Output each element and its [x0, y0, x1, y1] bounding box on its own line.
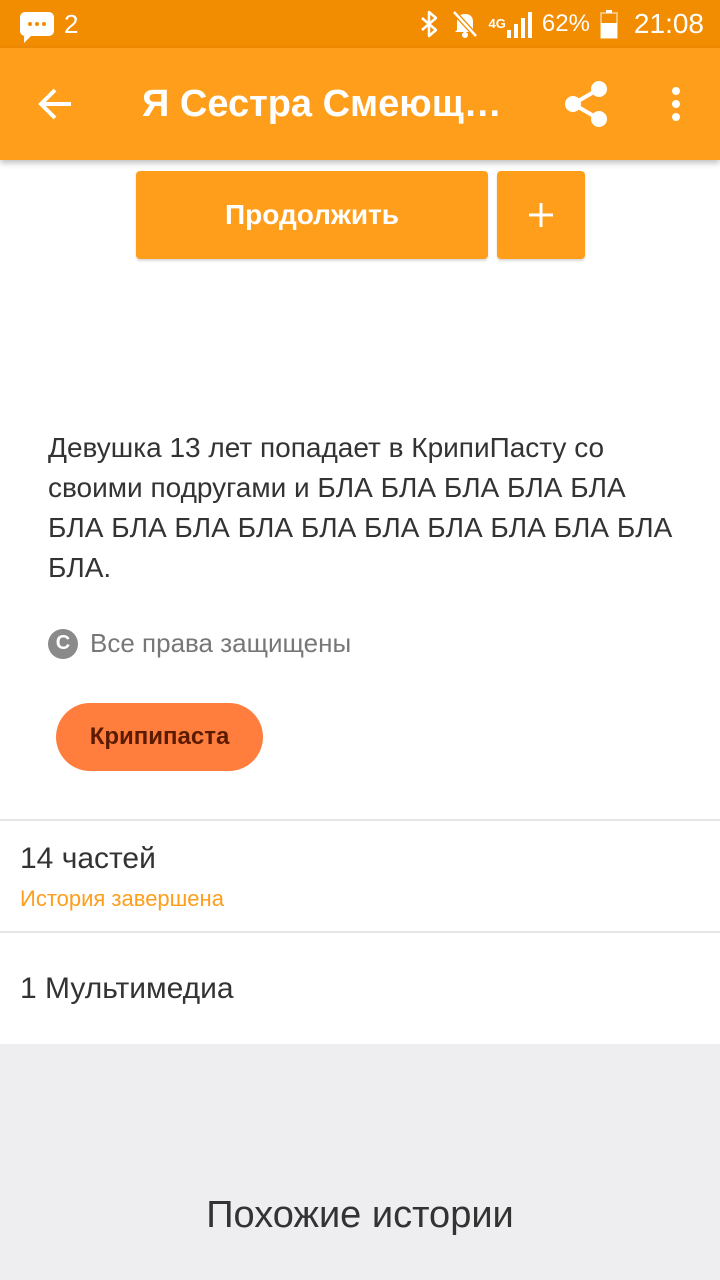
divider: [0, 819, 720, 821]
story-actions: Продолжить: [136, 171, 585, 259]
genre-tag[interactable]: Крипипаста: [56, 703, 263, 771]
bluetooth-icon: [420, 10, 437, 38]
battery-percent: 62%: [541, 10, 590, 37]
signal-icon: [506, 12, 532, 38]
parts-count: 14 частей: [20, 842, 156, 875]
back-button[interactable]: [0, 48, 112, 160]
notifications-off-icon: [451, 10, 478, 38]
plus-icon: [529, 203, 553, 227]
similar-stories-title: Похожие истории: [206, 1194, 514, 1236]
divider: [0, 931, 720, 933]
story-description: Девушка 13 лет попадает в КрипиПасту со …: [48, 432, 673, 583]
network-type: 4G: [488, 16, 506, 31]
more-options-button[interactable]: [632, 48, 720, 160]
copyright-row: C Все права защищены: [48, 628, 351, 659]
continue-reading-button[interactable]: Продолжить: [136, 171, 488, 259]
copyright-text: Все права защищены: [90, 628, 352, 658]
more-vertical-icon: [672, 87, 680, 121]
story-status: История завершена: [20, 886, 224, 911]
story-title: Я Сестра Смеющ…: [142, 82, 502, 125]
clock: 21:08: [633, 8, 704, 39]
battery-icon: [600, 10, 618, 39]
message-icon: [20, 12, 54, 43]
share-button[interactable]: [540, 48, 632, 160]
app-bar: Я Сестра Смеющ…: [0, 48, 720, 160]
media-row[interactable]: 1 Мультимедиа: [20, 972, 234, 1006]
share-icon: [565, 81, 607, 127]
parts-row[interactable]: 14 частей История завершена: [20, 842, 224, 912]
copyright-icon: C: [48, 628, 78, 659]
add-to-library-button[interactable]: [497, 171, 585, 259]
back-arrow-icon: [38, 88, 71, 120]
status-bar: 2 4G 62% 21:08: [0, 0, 720, 48]
notification-count: 2: [64, 8, 79, 39]
similar-stories-section: Похожие истории: [0, 1044, 720, 1280]
